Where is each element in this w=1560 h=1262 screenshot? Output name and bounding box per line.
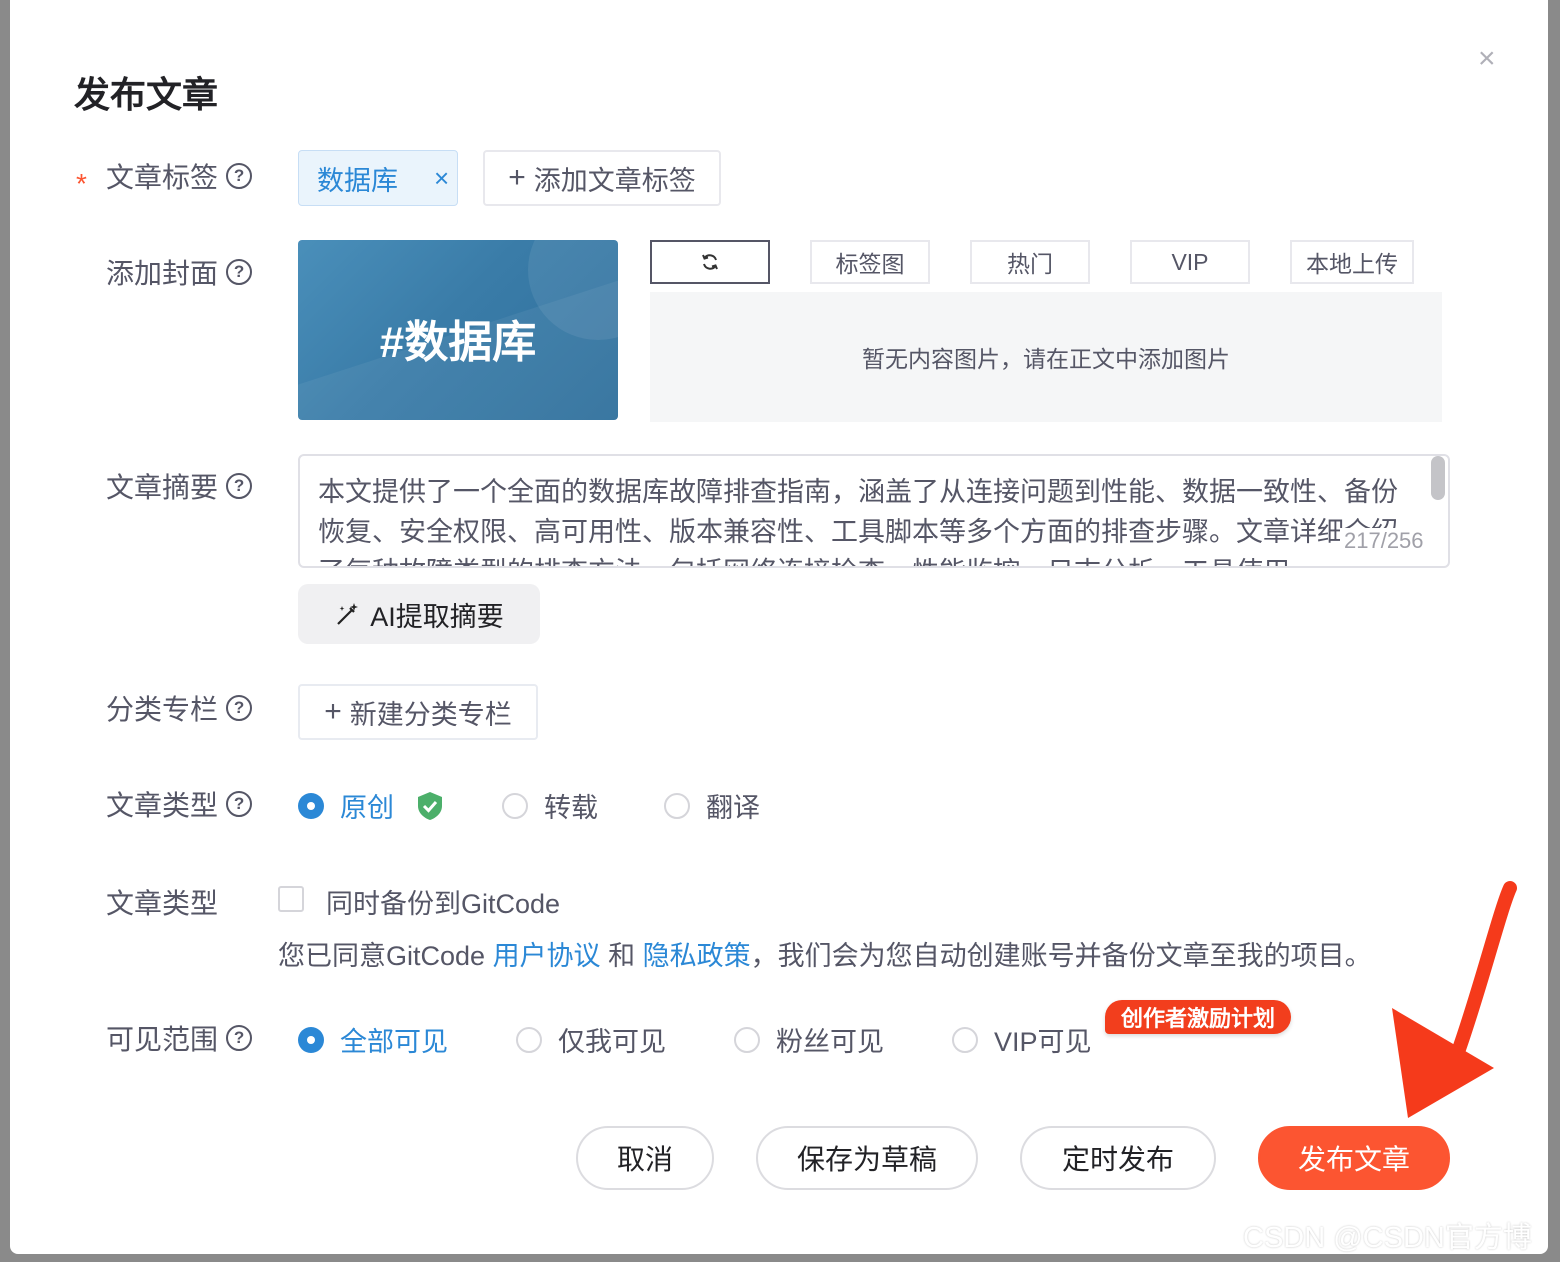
plus-icon: + [508,161,526,194]
cover-preview-text: #数据库 [379,318,537,367]
annotation-arrow [1392,881,1517,1118]
gitcode-label-row: 文章类型 [106,882,218,922]
radio-dot [298,792,324,819]
help-icon[interactable]: ? [226,259,253,285]
radio-label: 原创 [340,793,394,823]
radio-label: 全部可见 [340,1027,448,1057]
agreement-suffix: ，我们会为您自动创建账号并备份文章至我的项目。 [750,941,1372,971]
summary-label-row: 文章摘要 ? [106,466,253,506]
gitcode-label: 文章类型 [106,888,219,919]
article-type-label-row: 文章类型 ? [106,784,253,824]
ai-summary-label: AI提取摘要 [370,601,504,632]
radio-visible-fans[interactable]: 粉丝可见 [734,1020,884,1059]
privacy-policy-link[interactable]: 隐私政策 [643,941,751,971]
cover-label-row: 添加封面 ? [106,252,253,292]
plus-icon: + [324,695,342,728]
publish-dialog: 发布文章 × * 文章标签 ? 数据库 × + 添加文章标签 添加封面 ? #数… [10,0,1548,1254]
radio-repost[interactable]: 转载 [502,786,598,825]
help-icon[interactable]: ? [226,1025,253,1051]
radio-dot [516,1026,542,1053]
gitcode-backup-checkbox[interactable] [278,886,304,912]
cover-tab-vip[interactable]: VIP [1130,240,1250,284]
column-label-row: 分类专栏 ? [106,688,253,728]
watermark: CSDN @CSDN官方博客 [1243,1222,1532,1254]
help-icon[interactable]: ? [226,163,253,189]
cover-label: 添加封面 [106,258,219,289]
help-icon[interactable]: ? [226,695,253,721]
radio-label: 翻译 [706,793,760,823]
cover-tab-tag-image[interactable]: 标签图 [810,240,930,284]
add-tag-button[interactable]: + 添加文章标签 [483,150,721,206]
required-mark: * [76,168,87,199]
new-column-button[interactable]: + 新建分类专栏 [298,684,538,740]
verified-shield-icon [418,791,442,820]
help-icon[interactable]: ? [226,473,253,499]
visibility-label: 可见范围 [106,1024,219,1055]
column-label: 分类专栏 [106,694,219,725]
cover-preview[interactable]: #数据库 [298,240,618,420]
agreement-and: 和 [600,941,643,971]
schedule-publish-button[interactable]: 定时发布 [1020,1126,1216,1190]
tag-chip-label: 数据库 [317,165,398,196]
tag-remove-icon[interactable]: × [434,163,449,194]
radio-label: 转载 [544,793,598,823]
tags-label: 文章标签 [106,162,219,193]
cover-tab-local-upload[interactable]: 本地上传 [1290,240,1414,284]
radio-label: 粉丝可见 [776,1027,884,1057]
radio-original[interactable]: 原创 [298,786,444,825]
publish-button[interactable]: 发布文章 [1258,1126,1450,1190]
tag-chip: 数据库 × [298,150,458,206]
radio-dot [502,792,528,819]
cancel-button[interactable]: 取消 [576,1126,714,1190]
add-tag-label: 添加文章标签 [533,165,696,196]
tags-label-row: 文章标签 ? [106,156,253,196]
save-draft-button[interactable]: 保存为草稿 [756,1126,978,1190]
creator-incentive-badge: 创作者激励计划 [1105,1000,1292,1034]
radio-dot [734,1026,760,1053]
new-column-label: 新建分类专栏 [349,699,512,730]
cover-tab-refresh[interactable] [650,240,770,284]
cover-empty-state: 暂无内容图片，请在正文中添加图片 [650,292,1442,422]
radio-dot [298,1026,324,1053]
ai-summary-button[interactable]: AI提取摘要 [298,584,540,644]
article-type-label: 文章类型 [106,790,219,821]
gitcode-agreement-text: 您已同意GitCode 用户协议 和 隐私政策，我们会为您自动创建账号并备份文章… [278,934,1372,973]
radio-translation[interactable]: 翻译 [664,786,760,825]
radio-visible-self[interactable]: 仅我可见 [516,1020,666,1059]
magic-wand-icon [337,603,359,625]
radio-label: 仅我可见 [558,1027,666,1057]
gitcode-checkbox-label[interactable]: 同时备份到GitCode [326,882,560,921]
user-agreement-link[interactable]: 用户协议 [493,941,601,971]
radio-dot [664,792,690,819]
close-icon[interactable]: × [1478,44,1496,74]
summary-char-counter: 217/256 [1340,528,1430,554]
cover-tab-hot[interactable]: 热门 [970,240,1090,284]
summary-label: 文章摘要 [106,472,219,503]
radio-dot [952,1026,978,1053]
radio-visible-vip[interactable]: VIP可见 [952,1020,1092,1059]
summary-textarea[interactable]: 本文提供了一个全面的数据库故障排查指南，涵盖了从连接问题到性能、数据一致性、备份… [298,454,1450,568]
help-icon[interactable]: ? [226,791,253,817]
refresh-icon [702,254,718,270]
visibility-label-row: 可见范围 ? [106,1018,253,1058]
agreement-prefix: 您已同意GitCode [278,941,493,971]
dialog-title: 发布文章 [74,74,219,115]
radio-visible-all[interactable]: 全部可见 [298,1020,448,1059]
summary-scrollbar[interactable] [1431,456,1445,500]
radio-label: VIP可见 [994,1027,1092,1057]
